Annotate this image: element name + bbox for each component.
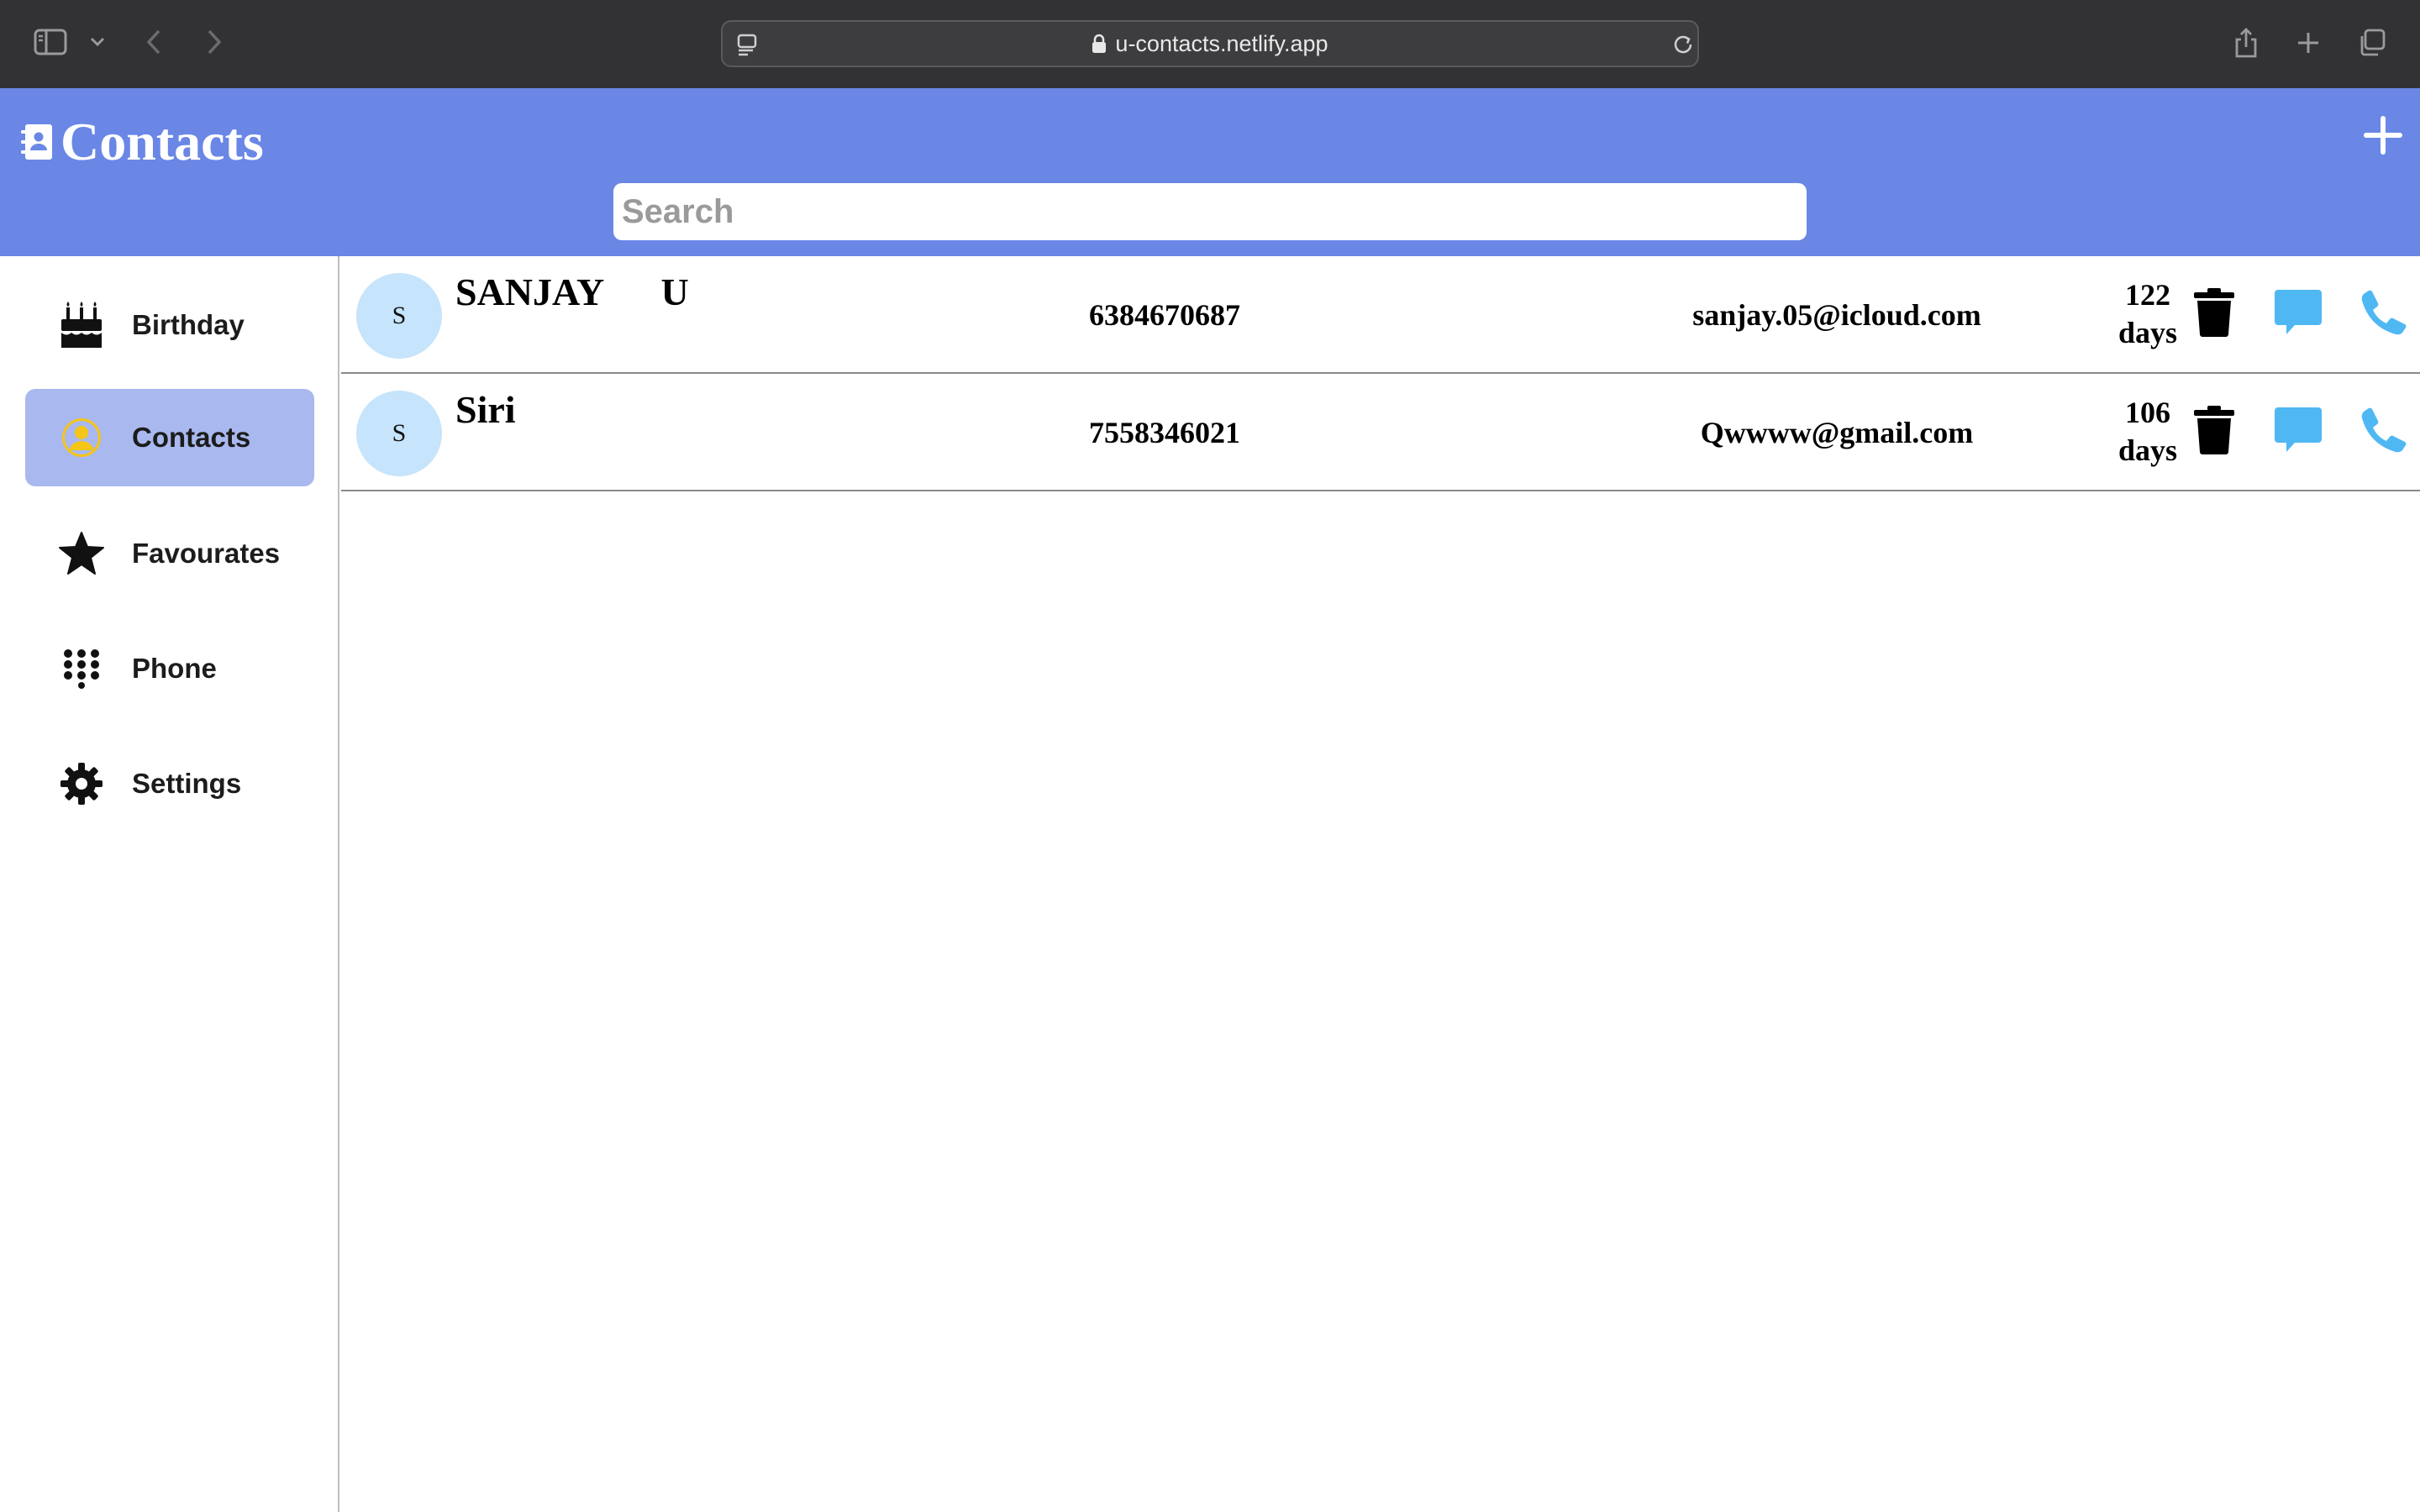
contact-list: S SANJAY U 6384670687 sanjay.05@icloud.c…	[341, 256, 2420, 491]
sidebar-item-favourates[interactable]: Favourates	[25, 505, 314, 602]
trash-icon	[2194, 406, 2234, 454]
chevron-down-icon[interactable]	[87, 32, 108, 52]
forward-icon[interactable]	[202, 27, 227, 57]
gear-icon	[57, 759, 106, 808]
sidebar-item-contacts[interactable]: Contacts	[25, 389, 314, 486]
phone-icon	[2361, 290, 2407, 335]
delete-button[interactable]	[2186, 285, 2242, 340]
message-icon	[2275, 407, 2322, 452]
contact-phone: 6384670687	[1089, 298, 1240, 332]
reload-icon[interactable]	[1670, 32, 1696, 57]
star-icon	[57, 529, 106, 578]
sidebar-item-label: Favourates	[132, 538, 281, 569]
message-icon	[2275, 290, 2322, 334]
call-button[interactable]	[2356, 402, 2412, 458]
add-contact-button[interactable]	[2360, 112, 2407, 159]
sidebar-item-label: Birthday	[132, 309, 245, 340]
delete-button[interactable]	[2186, 402, 2242, 458]
plus-icon	[2364, 116, 2402, 155]
contact-name: Siri	[455, 388, 516, 431]
sidebar-item-label: Phone	[132, 653, 217, 684]
contact-row[interactable]: S SANJAY U 6384670687 sanjay.05@icloud.c…	[341, 256, 2420, 374]
birthday-cake-icon	[57, 301, 106, 349]
sidebar-item-label: Contacts	[132, 422, 251, 453]
sidebar-item-birthday[interactable]: Birthday	[25, 276, 314, 374]
address-bar[interactable]: u-contacts.netlify.app	[721, 20, 1699, 67]
sidebar-item-settings[interactable]: Settings	[25, 735, 314, 832]
sidebar-toggle-icon[interactable]	[32, 27, 69, 57]
url-text: u-contacts.netlify.app	[1115, 30, 1328, 56]
sidebar-item-label: Settings	[132, 768, 242, 799]
page-title: Contacts	[60, 112, 264, 171]
trash-icon	[2194, 288, 2234, 337]
brand: Contacts	[20, 108, 264, 176]
contact-row[interactable]: S Siri 7558346021 Qwwww@gmail.com 106 da…	[341, 374, 2420, 491]
avatar: S	[356, 273, 442, 359]
address-book-icon	[20, 123, 57, 161]
app-header: Contacts	[0, 88, 2420, 256]
sidebar: Birthday Contacts Favourates Phone Setti…	[0, 256, 339, 1512]
back-icon[interactable]	[141, 27, 166, 57]
message-button[interactable]	[2270, 285, 2326, 340]
browser-toolbar: u-contacts.netlify.app	[0, 0, 2420, 88]
avatar: S	[356, 391, 442, 476]
contact-phone: 7558346021	[1089, 416, 1240, 449]
user-circle-icon	[57, 413, 106, 462]
search-input[interactable]	[613, 183, 1807, 240]
phone-icon	[2361, 407, 2407, 453]
new-tab-icon[interactable]	[2294, 29, 2323, 57]
lock-icon	[1092, 34, 1107, 54]
sidebar-item-phone[interactable]: Phone	[25, 620, 314, 717]
call-button[interactable]	[2356, 285, 2412, 340]
tab-overview-icon[interactable]	[2356, 27, 2388, 59]
dial-pad-icon	[57, 644, 106, 693]
message-button[interactable]	[2270, 402, 2326, 458]
contact-name: SANJAY U	[455, 270, 689, 313]
share-icon[interactable]	[2232, 25, 2260, 60]
